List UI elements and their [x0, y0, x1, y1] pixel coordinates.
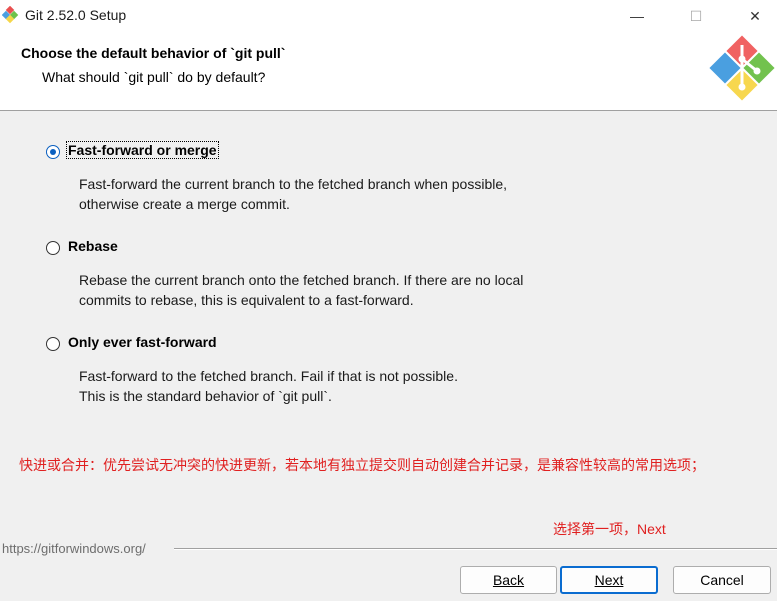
maximize-button[interactable]: ☐: [673, 0, 719, 32]
option-description: Rebase the current branch onto the fetch…: [79, 270, 523, 310]
option-description-line: This is the standard behavior of `git pu…: [79, 388, 332, 404]
option-label[interactable]: Only ever fast-forward: [67, 334, 218, 350]
option-label[interactable]: Fast-forward or merge: [66, 141, 219, 159]
minimize-button[interactable]: —: [614, 0, 660, 32]
option-description: Fast-forward the current branch to the f…: [79, 174, 507, 214]
option-description: Fast-forward to the fetched branch. Fail…: [79, 366, 458, 406]
option-description-line: otherwise create a merge commit.: [79, 196, 290, 212]
page-title: Choose the default behavior of `git pull…: [21, 45, 286, 61]
radio-fast-forward-or-merge[interactable]: [46, 145, 60, 159]
gitforwindows-link[interactable]: https://gitforwindows.org/: [2, 541, 146, 556]
option-description-line: Fast-forward to the fetched branch. Fail…: [79, 368, 458, 384]
window-title: Git 2.52.0 Setup: [25, 7, 127, 23]
next-button-label: Next: [594, 572, 624, 588]
git-app-icon: [2, 6, 19, 24]
annotation-choice: 选择第一项，Next: [553, 521, 666, 537]
title-bar: Git 2.52.0 Setup — ☐ ✕: [0, 0, 777, 32]
cancel-button-label: Cancel: [700, 572, 744, 588]
cancel-button[interactable]: Cancel: [673, 566, 771, 594]
page-subtitle: What should `git pull` do by default?: [42, 69, 266, 85]
annotation-note: 快进或合并：优先尝试无冲突的快进更新，若本地有独立提交则自动创建合并记录，是兼容…: [19, 457, 705, 473]
close-button[interactable]: ✕: [732, 0, 777, 32]
next-button[interactable]: Next: [560, 566, 658, 594]
option-label[interactable]: Rebase: [67, 238, 119, 254]
radio-only-fast-forward[interactable]: [46, 337, 60, 351]
option-description-line: commits to rebase, this is equivalent to…: [79, 292, 414, 308]
wizard-header: Choose the default behavior of `git pull…: [0, 32, 777, 111]
option-description-line: Rebase the current branch onto the fetch…: [79, 272, 524, 288]
back-button-label: Back: [492, 572, 525, 588]
radio-rebase[interactable]: [46, 241, 60, 255]
back-button[interactable]: Back: [460, 566, 557, 594]
footer-divider: [174, 548, 777, 550]
git-logo-icon: [709, 35, 775, 101]
setup-window: Git 2.52.0 Setup — ☐ ✕ Choose the defaul…: [0, 0, 777, 601]
option-description-line: Fast-forward the current branch to the f…: [79, 176, 508, 192]
